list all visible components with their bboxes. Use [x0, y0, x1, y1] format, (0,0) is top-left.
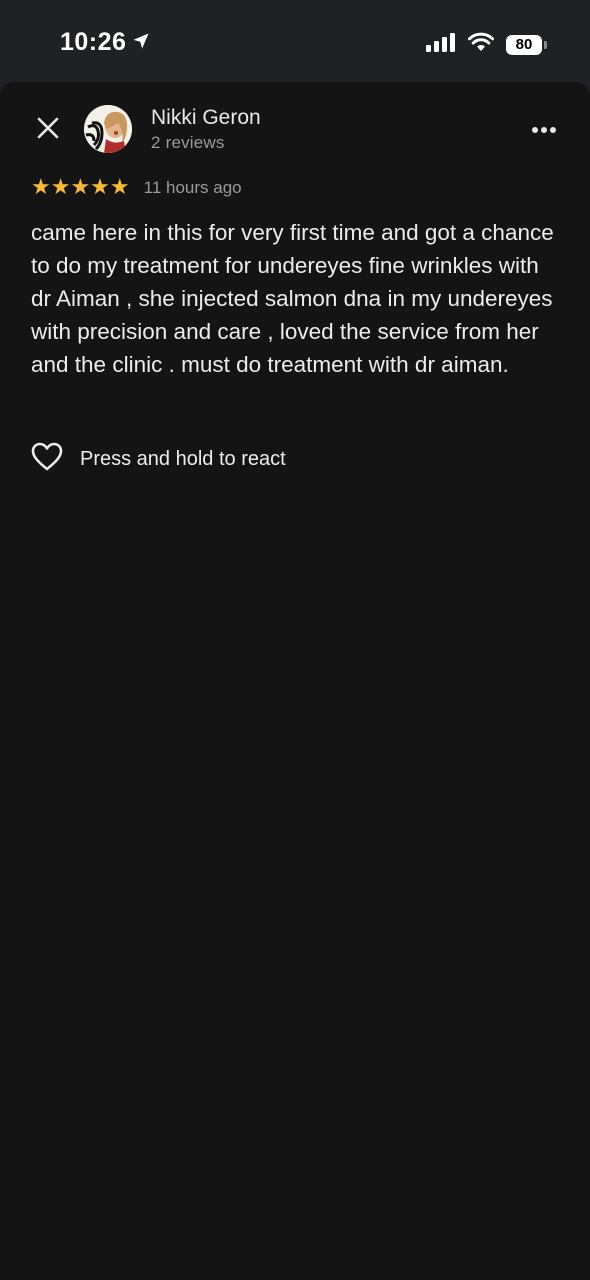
close-icon — [36, 116, 60, 145]
status-bar: 10:26 80 — [0, 0, 590, 82]
location-arrow-icon — [132, 28, 150, 57]
more-options-button[interactable] — [524, 112, 564, 148]
react-button[interactable]: Press and hold to react — [31, 442, 286, 477]
avatar[interactable] — [84, 105, 132, 153]
close-button[interactable] — [30, 112, 66, 148]
more-horizontal-icon — [531, 121, 557, 139]
wifi-icon — [468, 32, 494, 57]
battery-icon: 80 — [506, 34, 547, 55]
status-clock: 10:26 — [60, 28, 150, 57]
battery-level: 80 — [515, 36, 533, 53]
heart-icon — [31, 442, 63, 477]
status-icons: 80 — [426, 32, 547, 57]
author-name[interactable]: Nikki Geron — [151, 106, 261, 130]
react-label: Press and hold to react — [80, 448, 286, 470]
review-sheet: Nikki Geron 2 reviews ★★★★★ 11 hours ago… — [0, 82, 590, 1280]
review-rating-row: ★★★★★ 11 hours ago — [31, 177, 242, 199]
cellular-signal-icon — [426, 32, 456, 57]
author-review-count: 2 reviews — [151, 133, 225, 152]
review-time: 11 hours ago — [143, 178, 242, 197]
time-text: 10:26 — [60, 28, 127, 56]
review-text: came here in this for very first time an… — [31, 220, 554, 377]
star-rating-icon: ★★★★★ — [31, 175, 130, 200]
